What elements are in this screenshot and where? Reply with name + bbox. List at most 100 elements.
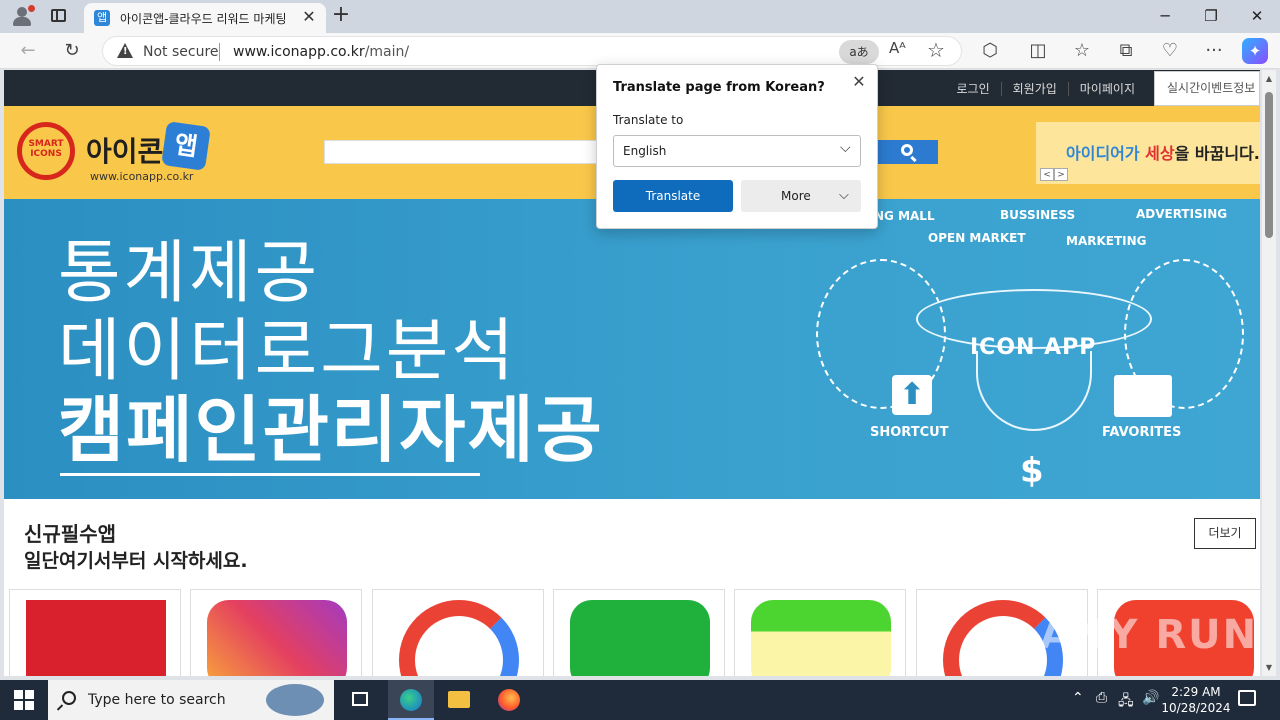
- logo-domain: www.iconapp.co.kr: [90, 170, 194, 183]
- shortcut-icon: ⬆: [892, 375, 932, 415]
- watermark: ANY RUN: [1040, 612, 1259, 658]
- favorites-icon[interactable]: ☆: [1068, 37, 1096, 65]
- tab-iconapp[interactable]: 앱 아이콘앱-클라우드 리워드 마케팅 ✕: [84, 3, 326, 33]
- label-favorites: FAVORITES: [1102, 425, 1182, 440]
- notes-app-icon: [751, 600, 891, 676]
- copilot-icon[interactable]: ✦: [1242, 38, 1268, 64]
- hero-banner[interactable]: 통계제공 데이터로그분석 캠페인관리자제공 NG MALL BUSSINESS …: [4, 199, 1260, 499]
- tab-actions-icon[interactable]: [48, 6, 70, 26]
- search-highlight-image: [266, 684, 324, 716]
- tab-favicon-icon: 앱: [94, 10, 110, 26]
- settings-menu-icon[interactable]: ···: [1200, 37, 1228, 65]
- clock-date: 10/28/2024: [1161, 701, 1231, 715]
- top-links: 로그인 회원가입 마이페이지: [946, 80, 1146, 97]
- tray-network-device-icon[interactable]: ⎙: [1096, 690, 1107, 706]
- translate-popup-title: Translate page from Korean?: [613, 80, 825, 95]
- smart-icons-logo[interactable]: SMART ICONS: [17, 122, 75, 180]
- label-shortcut: SHORTCUT: [870, 425, 949, 440]
- tab-close-button[interactable]: ✕: [298, 6, 320, 28]
- volume-icon[interactable]: 🔊: [1142, 690, 1159, 706]
- idea-banner[interactable]: 아이디어가 세상을 바꿉니다. < >: [1036, 122, 1260, 184]
- language-select[interactable]: English ⌵: [613, 135, 861, 167]
- profile-icon[interactable]: [10, 5, 35, 27]
- section-subtitle: 일단여기서부터 시작하세요.: [24, 550, 248, 572]
- back-button[interactable]: ←: [14, 37, 42, 65]
- file-explorer-icon[interactable]: [436, 680, 482, 720]
- extensions-icon[interactable]: ⬡: [976, 37, 1004, 65]
- refresh-button[interactable]: ↻: [58, 37, 86, 65]
- minimize-button[interactable]: ─: [1142, 4, 1188, 28]
- read-aloud-icon[interactable]: Aᴬ: [889, 39, 906, 57]
- clock-time: 2:29 AM: [1171, 685, 1221, 699]
- tab-title: 아이콘앱-클라우드 리워드 마케팅: [120, 12, 287, 26]
- page-scrollbar[interactable]: ▲ ▼: [1262, 70, 1276, 676]
- collections-icon[interactable]: ⧉: [1112, 37, 1140, 65]
- network-icon[interactable]: 🖧: [1118, 690, 1134, 714]
- tab-strip: 앱 아이콘앱-클라우드 리워드 마케팅 ✕ + ─ ❐ ✕: [0, 0, 1280, 33]
- scroll-up-icon[interactable]: ▲: [1264, 74, 1274, 83]
- app-card[interactable]: [190, 589, 362, 676]
- label-marketing: MARKETING: [1066, 234, 1147, 248]
- instagram-app-icon: [207, 600, 347, 676]
- app-card[interactable]: [734, 589, 906, 676]
- more-options-button[interactable]: More ⌵: [741, 180, 861, 212]
- signup-link[interactable]: 회원가입: [1000, 82, 1068, 96]
- site-search-button[interactable]: [878, 140, 938, 164]
- realtime-event-box[interactable]: 실시간이벤트정보: [1154, 71, 1260, 106]
- favorite-star-icon[interactable]: ☆: [927, 38, 945, 62]
- app-card[interactable]: [9, 589, 181, 676]
- taskbar: Type here to search ⌃ ⎙ 🖧 🔊 2:29 AM 10/2…: [0, 680, 1280, 720]
- translate-icon[interactable]: aあ: [839, 40, 879, 64]
- label-business: BUSSINESS: [1000, 208, 1076, 222]
- more-button[interactable]: 더보기: [1194, 518, 1256, 549]
- google-app-icon: [399, 600, 519, 676]
- split-screen-icon[interactable]: ◫: [1024, 37, 1052, 65]
- translate-to-label: Translate to: [613, 113, 684, 127]
- hero-underline: [60, 473, 480, 476]
- idea-banner-text: 아이디어가 세상을 바꿉니다.: [1066, 144, 1260, 163]
- search-icon: [62, 691, 76, 705]
- dollar-icon: $: [1020, 451, 1044, 491]
- url-text[interactable]: www.iconapp.co.kr/main/: [233, 44, 409, 60]
- 11st-app-icon: [26, 600, 166, 676]
- windows-start-icon[interactable]: [14, 690, 34, 710]
- funnel-label: ICON APP: [970, 335, 1097, 360]
- app-card[interactable]: [372, 589, 544, 676]
- edge-taskbar-icon[interactable]: [388, 680, 434, 720]
- notifications-icon[interactable]: [1238, 690, 1256, 706]
- logo-name[interactable]: 아이콘: [86, 130, 163, 170]
- tray-chevron-icon[interactable]: ⌃: [1072, 690, 1084, 706]
- browser-essentials-icon[interactable]: ♡: [1156, 37, 1184, 65]
- section-title: 신규필수앱: [24, 522, 116, 546]
- firefox-icon[interactable]: [486, 680, 532, 720]
- logo-app-badge[interactable]: 앱: [161, 121, 211, 171]
- language-select-value: English: [623, 144, 667, 158]
- system-clock[interactable]: 2:29 AM 10/28/2024: [1160, 684, 1232, 716]
- security-label[interactable]: Not secure: [143, 44, 219, 60]
- app-card[interactable]: [553, 589, 725, 676]
- scroll-down-icon[interactable]: ▼: [1264, 663, 1274, 672]
- close-window-button[interactable]: ✕: [1234, 4, 1280, 28]
- address-divider: [219, 43, 220, 61]
- banner-prev-button[interactable]: <: [1040, 168, 1054, 181]
- task-view-icon[interactable]: [338, 680, 384, 720]
- funnel-body: [976, 351, 1092, 431]
- label-shopping-mall: NG MALL: [874, 209, 935, 223]
- search-icon: [901, 144, 913, 156]
- login-link[interactable]: 로그인: [946, 82, 1001, 96]
- banner-next-button[interactable]: >: [1054, 168, 1068, 181]
- warning-icon[interactable]: [117, 43, 133, 58]
- folder-icon: [1114, 375, 1172, 417]
- maximize-button[interactable]: ❐: [1188, 4, 1234, 28]
- translate-button[interactable]: Translate: [613, 180, 733, 212]
- mypage-link[interactable]: 마이페이지: [1067, 82, 1146, 96]
- browser-window: 앱 아이콘앱-클라우드 리워드 마케팅 ✕ + ─ ❐ ✕ ← ↻ Not se…: [0, 0, 1280, 720]
- label-open-market: OPEN MARKET: [928, 231, 1026, 245]
- new-tab-button[interactable]: +: [330, 4, 352, 28]
- taskbar-search-box[interactable]: Type here to search: [48, 680, 334, 720]
- scroll-thumb[interactable]: [1265, 92, 1273, 238]
- translate-popup: Translate page from Korean? ✕ Translate …: [596, 64, 878, 229]
- translate-close-button[interactable]: ✕: [849, 72, 869, 92]
- address-bar[interactable]: Not secure www.iconapp.co.kr/main/ aあ Aᴬ…: [102, 36, 962, 66]
- taskbar-search-placeholder: Type here to search: [88, 692, 226, 708]
